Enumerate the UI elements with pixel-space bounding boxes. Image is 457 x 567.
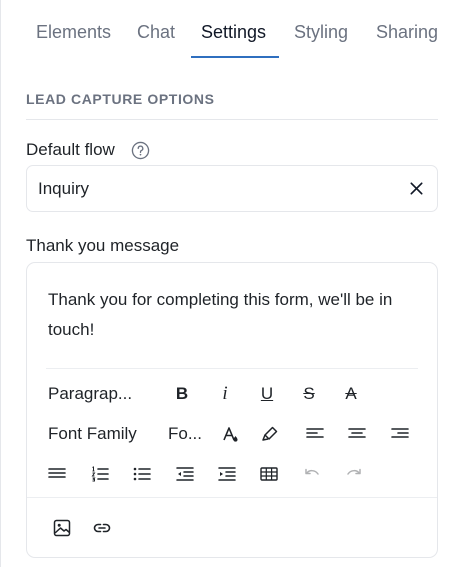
clear-formatting-button[interactable]: A (339, 382, 363, 406)
text-color-button[interactable] (218, 422, 242, 446)
redo-icon (347, 468, 361, 475)
insert-image-button[interactable] (50, 516, 74, 540)
undo-icon (305, 468, 319, 475)
paragraph-format-select[interactable]: Paragrap... (48, 384, 132, 404)
align-justify-button[interactable] (45, 462, 69, 486)
thank-you-text[interactable]: Thank you for completing this form, we'l… (48, 285, 423, 345)
close-icon[interactable] (408, 180, 425, 197)
section-title: LEAD CAPTURE OPTIONS (26, 91, 215, 107)
font-family-select[interactable]: Font Family (48, 424, 137, 444)
align-right-icon (391, 428, 409, 438)
panel-left-border (0, 0, 1, 567)
font-size-select[interactable]: Fo... (168, 424, 202, 444)
highlight-button[interactable] (258, 422, 282, 446)
table-icon (260, 467, 278, 481)
default-flow-label: Default flow (26, 140, 115, 159)
redo-button[interactable] (342, 462, 366, 486)
align-left-icon (306, 428, 324, 438)
numbered-list-button[interactable] (88, 462, 112, 486)
editor-divider (27, 497, 437, 498)
active-tab-indicator (191, 56, 279, 58)
section-divider (26, 119, 438, 120)
strikethrough-button[interactable]: S (297, 382, 321, 406)
undo-button[interactable] (300, 462, 324, 486)
outdent-icon (176, 467, 194, 481)
bold-icon: B (175, 384, 189, 403)
underline-button[interactable]: U (255, 382, 279, 406)
editor-divider (46, 368, 418, 369)
align-right-button[interactable] (388, 422, 412, 446)
settings-tabs: Elements Chat Settings Styling Sharing (26, 0, 457, 60)
highlighter-icon (262, 426, 278, 441)
text-color-icon (223, 427, 238, 442)
tab-chat[interactable]: Chat (137, 22, 175, 43)
indent-icon (218, 467, 236, 481)
thank-you-label: Thank you message (26, 236, 180, 255)
default-flow-select[interactable]: Inquiry (26, 165, 438, 212)
tab-settings[interactable]: Settings (201, 22, 266, 43)
image-icon (53, 519, 71, 537)
align-justify-icon (48, 468, 66, 478)
default-flow-value: Inquiry (38, 179, 90, 198)
bulleted-list-icon (133, 467, 151, 481)
numbered-list-icon (91, 466, 109, 482)
indent-button[interactable] (215, 462, 239, 486)
bold-button[interactable]: B (170, 382, 194, 406)
insert-link-button[interactable] (90, 516, 114, 540)
tab-styling[interactable]: Styling (294, 22, 348, 43)
help-circle-icon[interactable] (131, 141, 150, 160)
insert-table-button[interactable] (257, 462, 281, 486)
tab-elements[interactable]: Elements (36, 22, 111, 43)
underline-icon: U (260, 384, 274, 403)
italic-button[interactable]: i (213, 382, 237, 406)
link-icon (93, 523, 111, 533)
bulleted-list-button[interactable] (130, 462, 154, 486)
clear-formatting-icon: A (345, 384, 357, 403)
align-center-icon (348, 428, 366, 438)
italic-icon: i (222, 383, 228, 404)
align-left-button[interactable] (303, 422, 327, 446)
strikethrough-icon: S (303, 384, 315, 403)
outdent-button[interactable] (173, 462, 197, 486)
tab-sharing[interactable]: Sharing (376, 22, 438, 43)
thank-you-editor: Thank you for completing this form, we'l… (26, 262, 438, 558)
align-center-button[interactable] (345, 422, 369, 446)
